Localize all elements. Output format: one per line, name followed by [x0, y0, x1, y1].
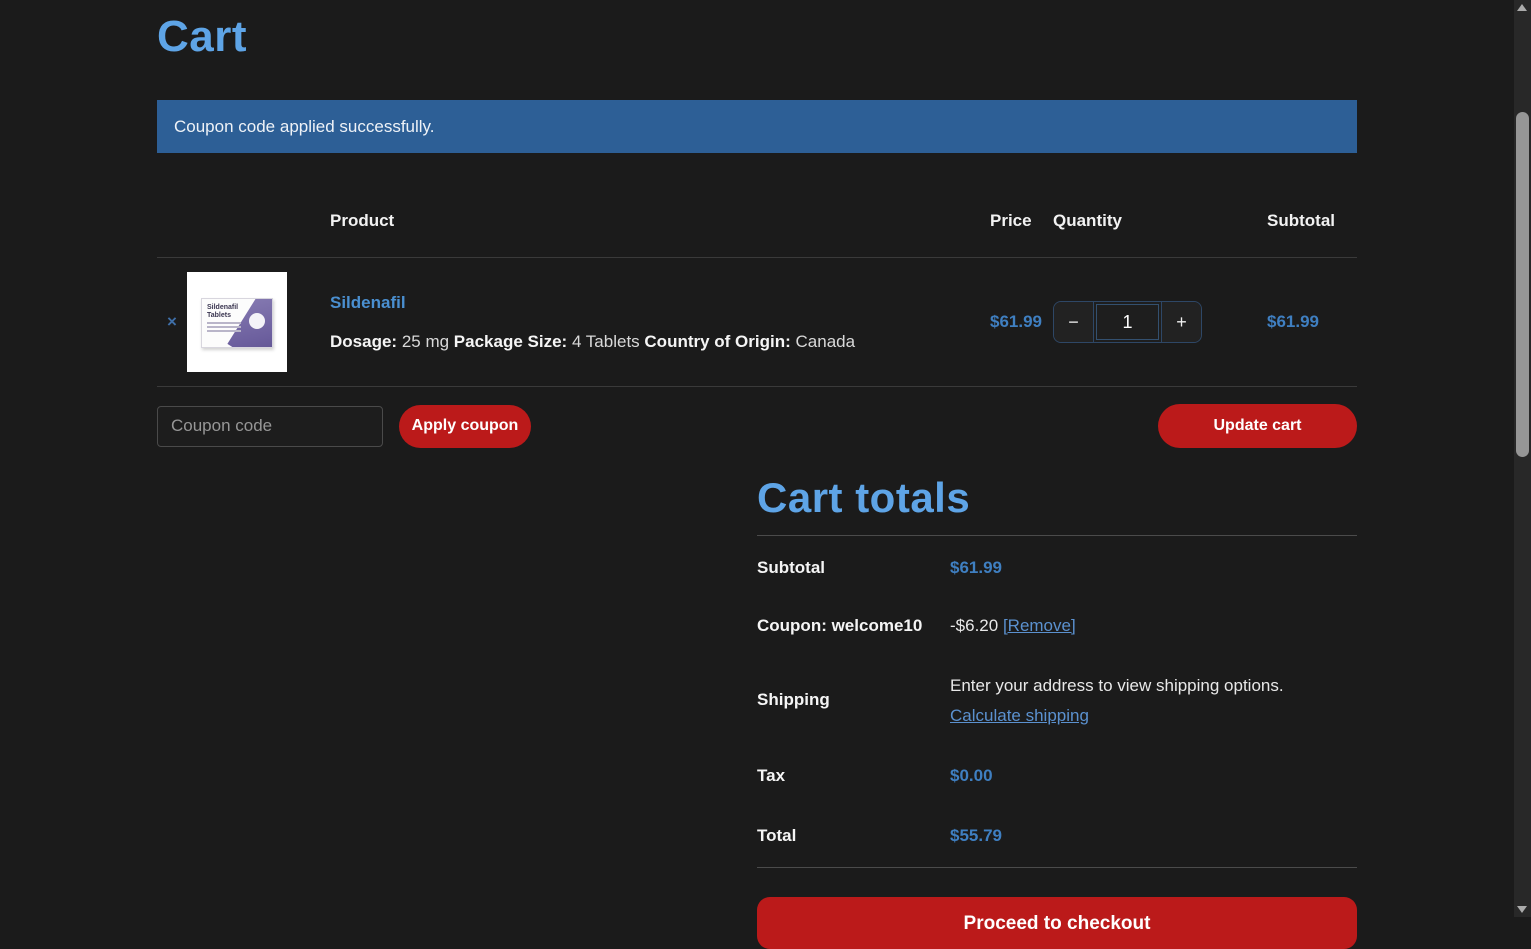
shipping-text: Enter your address to view shipping opti…	[950, 676, 1284, 695]
tax-row: Tax $0.00	[757, 754, 1357, 814]
shipping-label: Shipping	[757, 690, 830, 709]
coupon-code-input[interactable]	[157, 405, 383, 447]
coupon-label: Coupon: welcome10	[757, 616, 923, 635]
product-image: Sildenafil Tablets	[187, 272, 287, 372]
scrollbar[interactable]	[1514, 0, 1531, 917]
quantity-input[interactable]	[1094, 302, 1161, 342]
subtotal-row: Subtotal $61.99	[757, 536, 1357, 596]
tax-label: Tax	[757, 766, 786, 785]
remove-coupon-link[interactable]: [Remove]	[1003, 616, 1076, 635]
total-value: $55.79	[950, 826, 1002, 845]
quantity-increase-icon[interactable]: +	[1161, 302, 1201, 342]
coupon-row: Coupon: welcome10 -$6.20 [Remove]	[757, 596, 1357, 656]
scrollbar-thumb[interactable]	[1516, 112, 1529, 457]
notice-banner: Coupon code applied successfully.	[157, 100, 1357, 153]
column-header-subtotal: Subtotal	[1267, 211, 1335, 230]
quantity-stepper: − +	[1053, 301, 1202, 343]
cart-item-row: × Sildenafil Tablets Sildenafil Dosage: …	[157, 258, 1357, 387]
column-header-product: Product	[330, 211, 395, 230]
quantity-decrease-icon[interactable]: −	[1054, 302, 1094, 342]
shipping-row: Shipping Enter your address to view ship…	[757, 656, 1357, 754]
product-image-text: Sildenafil Tablets	[207, 304, 239, 319]
item-price: $61.99	[990, 312, 1042, 331]
product-attributes: Dosage: 25 mg Package Size: 4 Tablets Co…	[330, 331, 856, 351]
total-label: Total	[757, 826, 797, 845]
column-header-quantity: Quantity	[1053, 211, 1122, 230]
subtotal-value: $61.99	[950, 558, 1002, 577]
column-header-price: Price	[990, 211, 1032, 230]
cart-totals-section: Cart totals Subtotal $61.99 Coupon: welc…	[757, 474, 1357, 949]
update-cart-button[interactable]: Update cart	[1158, 404, 1357, 448]
coupon-discount-value: -$6.20	[950, 616, 999, 635]
page-title: Cart	[157, 12, 248, 61]
notice-text: Coupon code applied successfully.	[174, 117, 435, 136]
scroll-up-icon[interactable]	[1517, 4, 1527, 11]
item-subtotal: $61.99	[1267, 312, 1319, 331]
subtotal-label: Subtotal	[757, 558, 825, 577]
proceed-to-checkout-button[interactable]: Proceed to checkout	[757, 897, 1357, 949]
total-row: Total $55.79	[757, 814, 1357, 868]
cart-totals-title: Cart totals	[757, 474, 971, 521]
calculate-shipping-link[interactable]: Calculate shipping	[950, 706, 1284, 726]
cart-actions-bar: Apply coupon Update cart	[157, 404, 1357, 448]
remove-item-icon[interactable]: ×	[157, 312, 187, 332]
tax-value: $0.00	[950, 766, 993, 785]
apply-coupon-button[interactable]: Apply coupon	[399, 404, 531, 448]
product-link[interactable]: Sildenafil	[330, 293, 990, 313]
cart-table-header: Product Price Quantity Subtotal	[157, 153, 1357, 258]
medicine-box-graphic: Sildenafil Tablets	[201, 298, 273, 348]
scroll-down-icon[interactable]	[1517, 906, 1527, 913]
cart-page: Cart Coupon code applied successfully. P…	[157, 0, 1357, 949]
